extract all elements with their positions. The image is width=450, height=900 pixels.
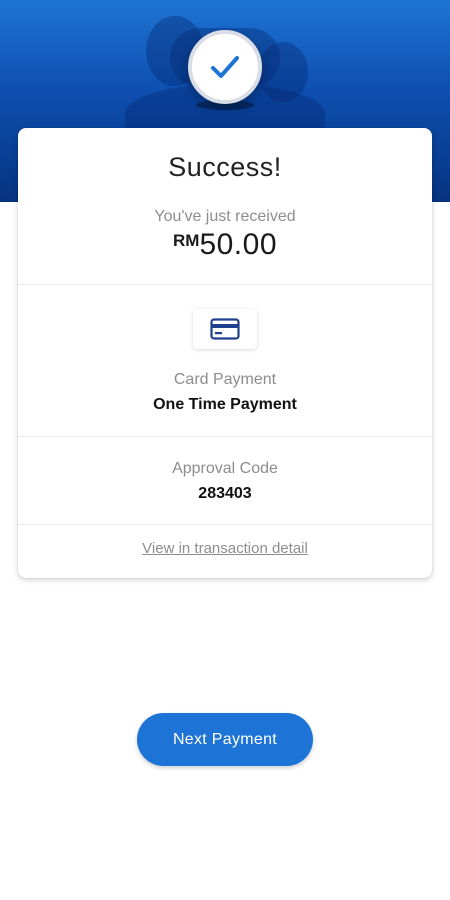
payment-method-badge [193, 309, 257, 349]
approval-code-label: Approval Code [172, 460, 278, 477]
page-title: Success! [168, 152, 282, 182]
approval-code-value: 283403 [198, 485, 252, 502]
credit-card-icon [210, 318, 240, 340]
amount-section: Success! You've just received RM50.00 [18, 128, 432, 285]
amount-value: 50.00 [199, 228, 278, 261]
approval-section: Approval Code 283403 [18, 437, 432, 525]
check-icon [211, 56, 239, 78]
next-payment-button[interactable]: Next Payment [137, 713, 313, 766]
payment-name: One Time Payment [153, 396, 297, 413]
success-badge [188, 30, 262, 104]
payment-type-label: Card Payment [173, 371, 277, 388]
currency-label: RM [172, 231, 200, 250]
detail-link-section: View in transaction detail [18, 525, 432, 578]
receipt-card: Success! You've just received RM50.00 Ca… [18, 128, 432, 578]
received-label: You've just received [154, 208, 296, 225]
amount-display: RM50.00 [18, 228, 432, 262]
payment-method-section: Card Payment One Time Payment [18, 285, 432, 437]
transaction-detail-link[interactable]: View in transaction detail [18, 540, 432, 557]
